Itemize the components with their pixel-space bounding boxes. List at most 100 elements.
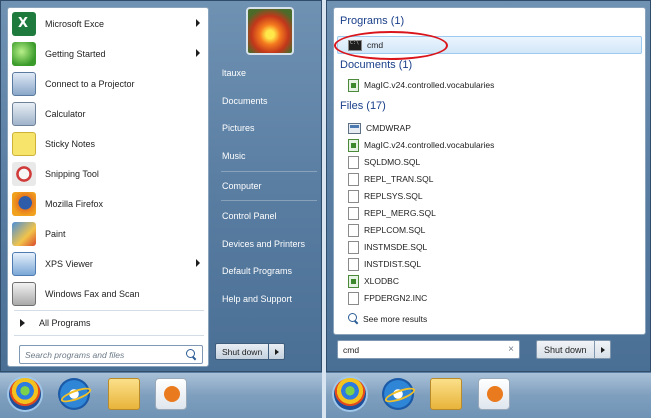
document-icon [348,172,359,186]
result-label: REPL_MERG.SQL [364,208,436,218]
media-player-icon[interactable] [478,378,510,410]
see-more-results-link[interactable]: See more results [348,313,427,324]
result-label: INSTDIST.SQL [364,259,422,269]
result-document[interactable]: MagIC.v24.controlled.vocabularies [348,78,494,92]
search-value: cmd [343,344,360,355]
program-label: Getting Started [45,48,106,59]
results-pane: Programs (1) cmd Documents (1) MagIC.v24… [333,7,646,335]
shutdown-options-button[interactable] [269,343,286,360]
link-control-panel[interactable]: Control Panel [222,211,277,221]
shutdown-options-button[interactable] [594,340,611,359]
paint-icon [12,221,36,246]
search-input[interactable]: cmd × [337,340,520,359]
program-label: XPS Viewer [45,258,93,269]
start-orb-icon[interactable] [9,378,41,410]
shutdown-button[interactable]: Shut down [536,340,595,359]
link-pictures[interactable]: Pictures [222,123,255,133]
result-file[interactable]: MagIC.v24.controlled.vocabularies [348,138,494,152]
divider [221,171,317,172]
user-avatar[interactable] [246,7,294,55]
document-icon [348,155,359,169]
result-label: REPLCOM.SQL [364,225,426,235]
program-item-projector[interactable]: Connect to a Projector [12,70,206,97]
program-label: Windows Fax and Scan [45,288,140,299]
projector-icon [12,71,36,96]
program-label: Snipping Tool [45,168,99,179]
document-icon [348,189,359,203]
document-icon [348,223,359,237]
start-orb-icon[interactable] [334,378,366,410]
result-file[interactable]: REPLSYS.SQL [348,189,423,203]
taskbar-left [0,372,322,418]
shutdown-button[interactable]: Shut down [215,343,270,360]
program-item-paint[interactable]: Paint [12,220,206,247]
document-icon [348,291,359,305]
shutdown-group: Shut down [215,343,286,360]
program-item-firefox[interactable]: Mozilla Firefox [12,190,206,217]
submenu-arrow-icon[interactable] [196,259,200,267]
result-label: INSTMSDE.SQL [364,242,428,252]
all-programs-button[interactable]: All Programs [12,314,206,332]
search-input[interactable]: Search programs and files [19,345,203,364]
result-file[interactable]: REPL_TRAN.SQL [348,172,433,186]
submenu-arrow-icon[interactable] [196,19,200,27]
snipping-tool-icon [12,161,36,186]
program-label: Calculator [45,108,86,119]
documents-header[interactable]: Documents (1) [340,59,412,71]
getting-started-icon [12,41,36,66]
result-file[interactable]: XLODBC [348,274,399,288]
result-file[interactable]: SQLDMO.SQL [348,155,420,169]
media-player-icon[interactable] [155,378,187,410]
link-documents[interactable]: Documents [222,96,268,106]
see-more-label: See more results [363,313,428,324]
link-computer[interactable]: Computer [222,181,262,191]
taskbar-right [326,372,651,418]
program-item-xps-viewer[interactable]: XPS Viewer [12,250,206,277]
program-item-snipping-tool[interactable]: Snipping Tool [12,160,206,187]
result-file[interactable]: INSTMSDE.SQL [348,240,427,254]
divider [221,200,317,201]
program-item-getting-started[interactable]: Getting Started [12,40,206,67]
programs-header[interactable]: Programs (1) [340,15,404,27]
windows-explorer-icon[interactable] [430,378,462,410]
search-icon [348,313,359,324]
submenu-arrow-icon[interactable] [196,49,200,57]
sticky-notes-icon [12,131,36,156]
calculator-icon [12,101,36,126]
link-default-programs[interactable]: Default Programs [222,266,292,276]
result-file[interactable]: CMDWRAP [348,121,411,135]
annotation-circle [334,31,448,60]
link-devices-printers[interactable]: Devices and Printers [222,239,305,249]
start-menu-search-results: Programs (1) cmd Documents (1) MagIC.v24… [326,0,651,372]
link-music[interactable]: Music [222,151,246,161]
programs-pane: Microsoft Exce Getting Started Connect t… [7,7,209,367]
program-label: Paint [45,228,66,239]
link-user-folder[interactable]: ltauxe [222,68,246,78]
document-icon [348,257,359,271]
result-file[interactable]: REPLCOM.SQL [348,223,425,237]
result-label: REPL_TRAN.SQL [364,174,434,184]
program-item-calculator[interactable]: Calculator [12,100,206,127]
arrow-right-icon [20,319,25,327]
document-icon [348,206,359,220]
all-programs-label: All Programs [39,318,91,328]
xml-file-icon [348,138,359,152]
program-item-excel[interactable]: Microsoft Exce [12,10,206,37]
xml-file-icon [348,274,359,288]
search-placeholder: Search programs and files [25,349,125,360]
program-item-fax-scan[interactable]: Windows Fax and Scan [12,280,206,307]
search-icon[interactable] [186,349,197,360]
firefox-icon [12,191,36,216]
result-file[interactable]: REPL_MERG.SQL [348,206,436,220]
windows-explorer-icon[interactable] [108,378,140,410]
result-file[interactable]: INSTDIST.SQL [348,257,421,271]
internet-explorer-icon[interactable] [58,378,90,410]
app-icon [348,122,361,134]
files-header[interactable]: Files (17) [340,100,386,112]
result-file[interactable]: FPDERGN2.INC [348,291,427,305]
clear-search-icon[interactable]: × [508,344,514,355]
internet-explorer-icon[interactable] [382,378,414,410]
program-item-sticky-notes[interactable]: Sticky Notes [12,130,206,157]
link-help-support[interactable]: Help and Support [222,294,292,304]
shutdown-group: Shut down [536,340,611,359]
